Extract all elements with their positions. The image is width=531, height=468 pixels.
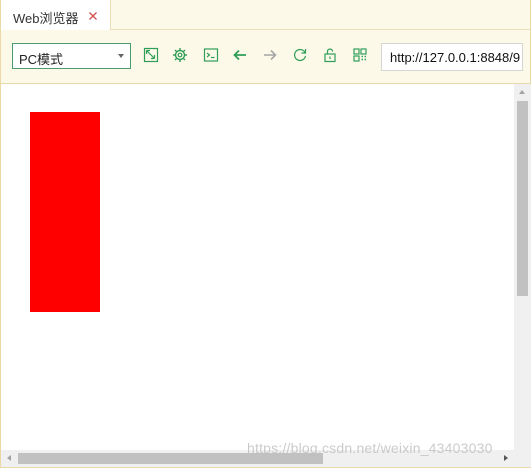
- arrow-left-icon: [233, 49, 246, 61]
- tab-title: Web浏览器: [13, 11, 79, 26]
- scroll-right-icon[interactable]: [504, 455, 508, 461]
- address-bar[interactable]: http://127.0.0.1:8848/9: [381, 43, 523, 71]
- vertical-scroll-thumb[interactable]: [517, 101, 528, 296]
- qr-code-button[interactable]: [352, 47, 368, 63]
- settings-button[interactable]: [172, 47, 188, 63]
- resize-screen-button[interactable]: [143, 47, 159, 63]
- close-icon[interactable]: [87, 9, 99, 21]
- lock-button[interactable]: [322, 47, 338, 63]
- scroll-up-icon[interactable]: [519, 90, 525, 94]
- refresh-button[interactable]: [292, 47, 308, 63]
- arrow-right-icon: [264, 49, 277, 61]
- refresh-icon: [294, 48, 307, 62]
- chevron-down-icon: [118, 54, 124, 58]
- toolbar: PC模式 http://127.0.0.1:8848/9: [1, 30, 530, 84]
- gear-icon: [173, 48, 187, 62]
- scroll-corner: [514, 450, 531, 467]
- tab-web-browser[interactable]: Web浏览器: [1, 0, 111, 30]
- tab-bar: Web浏览器: [1, 0, 530, 30]
- watermark: https://blog.csdn.net/weixin_43403030: [247, 440, 493, 456]
- terminal-icon: [203, 48, 219, 62]
- unlock-icon: [324, 48, 336, 63]
- red-box: [30, 112, 100, 312]
- address-url: http://127.0.0.1:8848/9: [390, 50, 521, 65]
- back-button[interactable]: [232, 47, 248, 63]
- vertical-scrollbar[interactable]: [514, 84, 531, 450]
- page-viewport: [1, 84, 514, 450]
- scroll-left-icon[interactable]: [7, 455, 11, 461]
- resize-icon: [143, 47, 159, 63]
- console-button[interactable]: [203, 47, 219, 63]
- mode-select[interactable]: PC模式: [12, 43, 131, 69]
- forward-button[interactable]: [262, 47, 278, 63]
- browser-window: Web浏览器 PC模式 http://127.0.0.1:8848/9 http…: [0, 0, 531, 468]
- mode-select-value: PC模式: [19, 52, 64, 67]
- qr-code-icon: [353, 48, 367, 62]
